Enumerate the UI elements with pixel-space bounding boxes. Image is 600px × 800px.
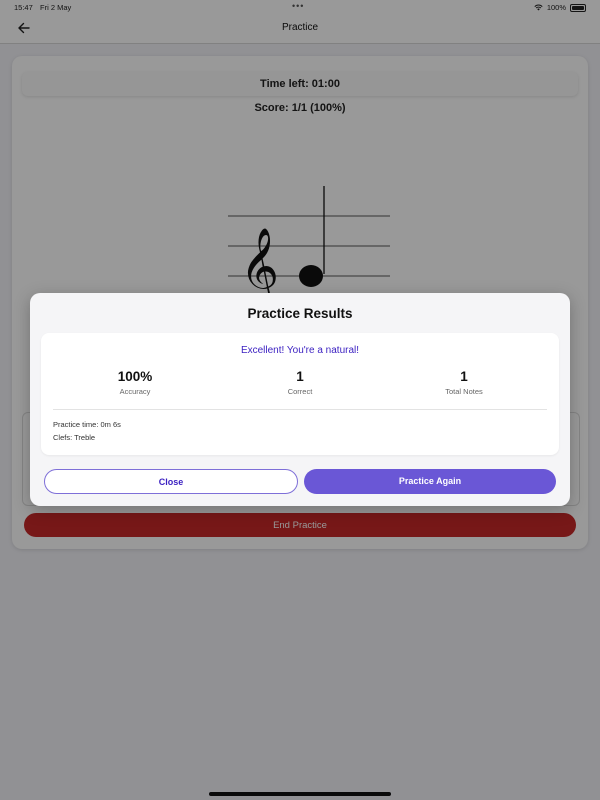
dialog-title: Practice Results bbox=[247, 306, 353, 321]
practice-time-detail: Practice time: 0m 6s bbox=[53, 420, 121, 429]
stat-value: 100% bbox=[117, 369, 153, 384]
stat-value: 1 bbox=[460, 369, 468, 384]
stat-label: Total Notes bbox=[445, 387, 483, 396]
stat-accuracy: 100% Accuracy bbox=[75, 369, 195, 396]
divider bbox=[53, 409, 547, 410]
results-summary-card: Excellent! You're a natural! 100% Accura… bbox=[41, 333, 559, 455]
practice-again-button[interactable]: Practice Again bbox=[304, 469, 556, 494]
stat-total-notes: 1 Total Notes bbox=[404, 369, 524, 396]
stat-correct: 1 Correct bbox=[240, 369, 360, 396]
close-button[interactable]: Close bbox=[44, 469, 298, 494]
clefs-detail: Clefs: Treble bbox=[53, 433, 96, 442]
result-message: Excellent! You're a natural! bbox=[240, 345, 360, 356]
stat-label: Correct bbox=[287, 387, 313, 396]
practice-results-dialog: Practice Results Excellent! You're a nat… bbox=[30, 293, 570, 506]
stat-value: 1 bbox=[296, 369, 304, 384]
stat-label: Accuracy bbox=[119, 387, 151, 396]
